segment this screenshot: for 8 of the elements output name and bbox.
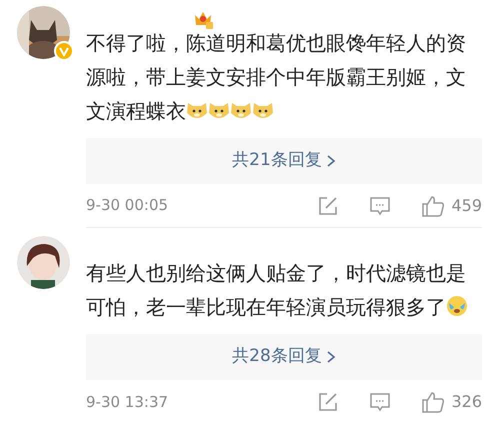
comment-time: 9-30 13:37: [86, 392, 168, 413]
replies-link[interactable]: 共28条回复: [86, 334, 482, 380]
like-count: 459: [451, 194, 482, 216]
comment-time: 9-30 00:05: [86, 195, 168, 216]
comment-text: 有些人也别给这俩人贴金了，时代滤镜也是可怕，老一辈比现在年轻演员玩得狠多了: [86, 261, 466, 319]
replies-link[interactable]: 共21条回复: [86, 138, 482, 184]
like-count: 326: [451, 391, 482, 413]
comment-text: 不得了啦，陈道明和葛优也眼馋年轻人的资源啦，带上姜文安排个中年版霸王别姬，文文演程蝶衣: [86, 31, 466, 123]
